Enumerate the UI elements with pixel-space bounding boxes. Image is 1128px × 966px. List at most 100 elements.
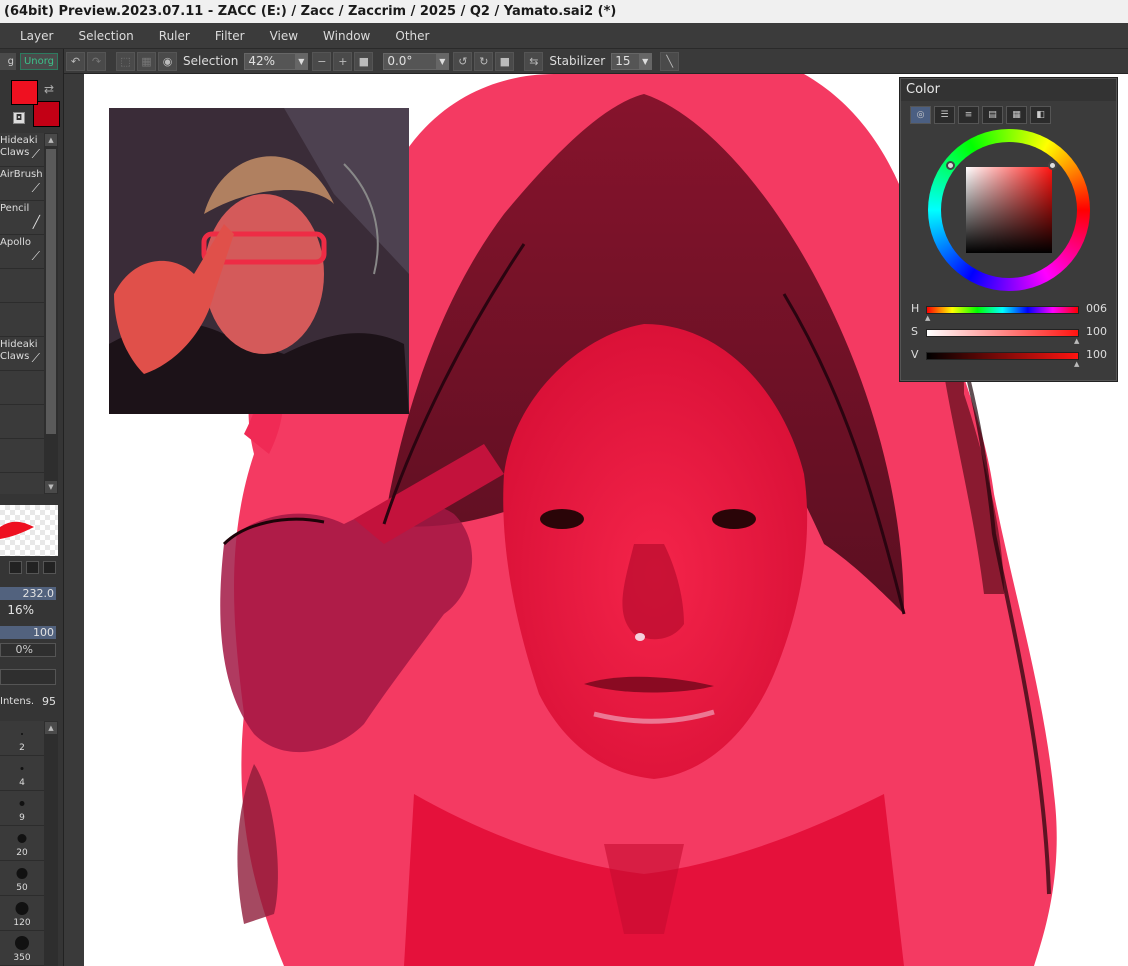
saturation-value-square[interactable] <box>966 167 1052 253</box>
tool-panel-tabs: g Unorg <box>0 49 63 74</box>
tool-hideaki-claws-2[interactable]: Hideaki Claws ⟋ <box>0 337 44 371</box>
saturation-track[interactable] <box>926 329 1079 337</box>
brush-shape-square-icon[interactable] <box>26 561 39 574</box>
selection-visibility-icon[interactable]: ◉ <box>158 51 177 71</box>
brush-shape-flat-icon[interactable] <box>43 561 56 574</box>
size-label: 50 <box>16 883 28 893</box>
menu-view[interactable]: View <box>270 29 298 43</box>
chevron-down-icon: ▼ <box>436 53 449 69</box>
scratchpad-icon[interactable]: ◧ <box>1030 106 1051 124</box>
intensity-label: Intens. <box>0 696 35 707</box>
tool-hideaki-claws[interactable]: Hideaki Claws ⟋ <box>0 133 44 167</box>
tool-airbrush[interactable]: AirBrush ⟋ <box>0 167 44 201</box>
deselect-icon[interactable]: ⬚ <box>116 51 135 71</box>
tool-slot-empty[interactable] <box>0 303 44 337</box>
transparent-color-icon[interactable]: ◘ <box>13 112 25 124</box>
min-size-value[interactable]: 16% <box>0 603 56 617</box>
primary-color-swatch[interactable] <box>11 80 38 105</box>
tool-label: Pencil <box>0 203 30 214</box>
scroll-up-icon[interactable]: ▲ <box>45 722 57 734</box>
menu-filter[interactable]: Filter <box>215 29 245 43</box>
undo-icon[interactable]: ↶ <box>66 51 85 71</box>
value-track[interactable] <box>926 352 1079 360</box>
size-list-scrollbar[interactable]: ▲ <box>44 721 58 966</box>
brush-size-slider[interactable]: 232.0 <box>0 587 56 600</box>
scroll-up-icon[interactable]: ▲ <box>45 134 57 146</box>
rotation-select[interactable]: 0.0° ▼ <box>383 52 450 70</box>
invert-selection-icon[interactable]: ▦ <box>137 51 156 71</box>
brush-size-50[interactable]: 50 <box>0 861 44 896</box>
blend-mode-field[interactable] <box>0 669 56 685</box>
zoom-reset-icon[interactable]: ■ <box>354 51 374 71</box>
density-slider[interactable]: 100 <box>0 626 56 639</box>
sv-handle-icon[interactable] <box>1048 161 1057 170</box>
hue-handle-icon[interactable] <box>946 161 955 170</box>
brush-shape-round-icon[interactable] <box>9 561 22 574</box>
saturation-value[interactable]: 100 <box>1086 325 1107 338</box>
tool-apollo[interactable]: Apollo ⟋ <box>0 235 44 269</box>
tab-tools[interactable]: g <box>0 53 16 70</box>
brush-size-2[interactable]: 2 <box>0 721 44 756</box>
brush-icon: ⟋ <box>31 147 40 161</box>
color-panel-title: Color <box>901 79 1116 101</box>
menu-ruler[interactable]: Ruler <box>159 29 190 43</box>
size-label: 4 <box>19 778 25 788</box>
brush-size-20[interactable]: 20 <box>0 826 44 861</box>
scroll-down-icon[interactable]: ▼ <box>45 481 57 493</box>
menu-layer[interactable]: Layer <box>20 29 53 43</box>
menu-window[interactable]: Window <box>323 29 370 43</box>
min-density-value[interactable]: 0% <box>0 643 56 657</box>
value-slider[interactable]: V ▲ 100 <box>911 348 1107 368</box>
tool-list-scrollbar[interactable]: ▲ ▼ <box>44 133 58 494</box>
zoom-select[interactable]: 42% ▼ <box>244 52 309 70</box>
swap-colors-icon[interactable]: ⇄ <box>44 82 54 96</box>
tool-slot-empty[interactable] <box>0 405 44 439</box>
brush-size-9[interactable]: 9 <box>0 791 44 826</box>
color-wheel[interactable] <box>928 129 1090 291</box>
slider-handle-icon[interactable]: ▲ <box>925 314 930 322</box>
brush-size-120[interactable]: 120 <box>0 896 44 931</box>
color-wheel-icon[interactable]: ◎ <box>910 106 931 124</box>
color-list-icon[interactable]: ▤ <box>982 106 1003 124</box>
tool-slot-empty[interactable] <box>0 439 44 473</box>
size-label: 20 <box>16 848 28 858</box>
slider-handle-icon[interactable]: ▲ <box>1074 360 1079 368</box>
tool-pencil[interactable]: Pencil ╱ <box>0 201 44 235</box>
zoom-out-icon[interactable]: − <box>312 51 332 71</box>
value-value[interactable]: 100 <box>1086 348 1107 361</box>
rgb-slider-icon[interactable]: ≡ <box>958 106 979 124</box>
tool-slot-empty[interactable] <box>0 269 44 303</box>
window-title: (64bit) Preview.2023.07.11 - ZACC (E:) /… <box>0 0 1128 23</box>
menu-other[interactable]: Other <box>395 29 429 43</box>
rotate-right-icon[interactable]: ↻ <box>474 51 494 71</box>
intensity-row[interactable]: Intens. 95 <box>0 694 58 710</box>
tool-panel: g Unorg ⇄ ◘ Hideaki Claws ⟋ AirBrush ⟋ P… <box>0 49 64 966</box>
scroll-thumb[interactable] <box>46 149 56 434</box>
tool-slot-empty[interactable] <box>0 371 44 405</box>
straight-line-icon[interactable]: ╲ <box>660 51 680 71</box>
zoom-in-icon[interactable]: + <box>333 51 353 71</box>
selection-label: Selection <box>183 54 239 68</box>
flip-horizontal-icon[interactable]: ⇆ <box>524 51 544 71</box>
value-label: V <box>911 348 919 361</box>
hue-slider[interactable]: H ▲ 006 <box>911 302 1107 322</box>
menu-selection[interactable]: Selection <box>78 29 133 43</box>
brush-size-350[interactable]: 350 <box>0 931 44 966</box>
color-slider-icon[interactable]: ☰ <box>934 106 955 124</box>
redo-icon[interactable]: ↷ <box>87 51 106 71</box>
hue-value[interactable]: 006 <box>1086 302 1107 315</box>
tab-unorg[interactable]: Unorg <box>20 53 58 70</box>
rotate-left-icon[interactable]: ↺ <box>453 51 473 71</box>
saturation-slider[interactable]: S ▲ 100 <box>911 325 1107 345</box>
pencil-icon: ╱ <box>32 215 40 229</box>
stabilizer-select[interactable]: 15 ▼ <box>611 52 653 70</box>
tool-label: AirBrush <box>0 169 43 180</box>
rotation-reset-icon[interactable]: ■ <box>495 51 515 71</box>
size-dot-icon <box>20 767 24 770</box>
swatch-grid-icon[interactable]: ▦ <box>1006 106 1027 124</box>
saturation-label: S <box>911 325 918 338</box>
size-label: 2 <box>19 743 25 753</box>
hue-track[interactable] <box>926 306 1079 314</box>
brush-size-4[interactable]: 4 <box>0 756 44 791</box>
slider-handle-icon[interactable]: ▲ <box>1074 337 1079 345</box>
